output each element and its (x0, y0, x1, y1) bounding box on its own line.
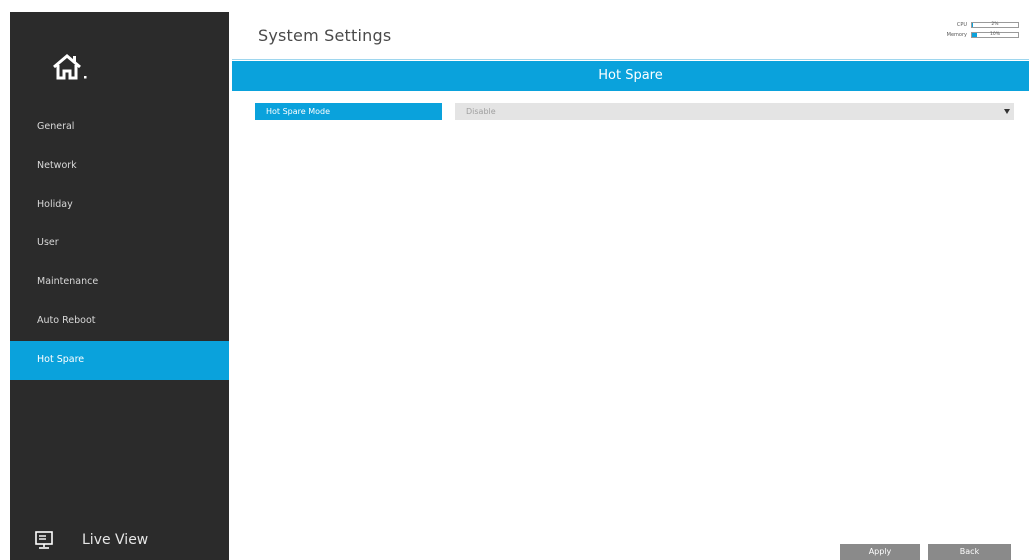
cpu-usage-value: 2% (991, 22, 999, 27)
cpu-usage-bar: 2% (971, 22, 1019, 28)
home-button[interactable] (50, 50, 90, 86)
cpu-stat: CPU 2% (947, 20, 1019, 30)
memory-usage-bar: 10% (971, 32, 1019, 38)
live-view-label: Live View (82, 532, 149, 548)
sidebar-item-hot-spare[interactable]: Hot Spare (10, 340, 229, 380)
page-title: System Settings (258, 26, 392, 45)
memory-stat: Memory 10% (947, 30, 1019, 40)
app-window: General Network Holiday User Maintenance… (0, 0, 1029, 560)
system-stats: CPU 2% Memory 10% (947, 20, 1019, 40)
dropdown-arrow-icon[interactable] (1004, 109, 1010, 114)
sidebar-item-network[interactable]: Network (10, 147, 229, 186)
sidebar-item-holiday[interactable]: Holiday (10, 186, 229, 225)
monitor-icon (34, 530, 54, 550)
header-divider (232, 59, 1029, 60)
sidebar-item-auto-reboot[interactable]: Auto Reboot (10, 302, 229, 341)
sidebar-item-user[interactable]: User (10, 224, 229, 263)
hot-spare-mode-value: Disable (466, 107, 496, 116)
hot-spare-mode-select[interactable]: Disable (455, 103, 1014, 120)
section-title: Hot Spare (232, 61, 1029, 91)
home-icon (50, 50, 90, 86)
hot-spare-mode-label: Hot Spare Mode (255, 103, 442, 120)
sidebar: General Network Holiday User Maintenance… (10, 12, 229, 560)
memory-usage-value: 10% (989, 32, 1000, 37)
back-button[interactable]: Back (928, 544, 1011, 560)
sidebar-item-maintenance[interactable]: Maintenance (10, 263, 229, 302)
sidebar-item-general[interactable]: General (10, 108, 229, 147)
memory-label: Memory (946, 32, 967, 38)
cpu-label: CPU (956, 22, 967, 28)
apply-button[interactable]: Apply (840, 544, 920, 560)
sidebar-nav: General Network Holiday User Maintenance… (10, 108, 229, 380)
live-view-button[interactable]: Live View (10, 520, 229, 560)
